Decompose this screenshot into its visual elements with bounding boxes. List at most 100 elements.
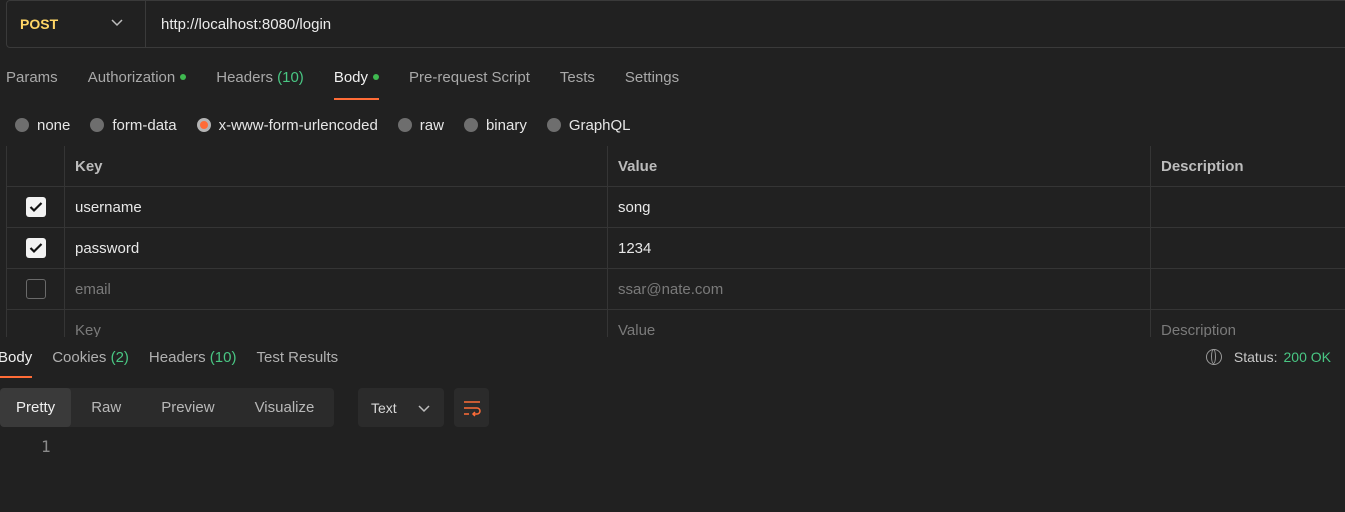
response-status: Status: 200 OK [1205,349,1331,365]
status-value[interactable]: 200 OK [1284,349,1331,365]
radio-x-www-form-urlencoded[interactable]: x-www-form-urlencoded [196,115,378,135]
format-preview[interactable]: Preview [141,388,234,427]
row-check-cell [7,269,65,309]
tab-label: Tests [559,69,595,86]
header-check-cell [7,146,65,186]
value-cell[interactable]: ssar@nate.com [608,269,1151,309]
table-row-new: Key Value Description [7,310,1345,337]
tab-label: Params [6,69,58,86]
table-row: username song [7,187,1345,228]
line-number: 1 [41,437,51,456]
format-visualize[interactable]: Visualize [235,388,335,427]
format-mode-switcher: Pretty Raw Preview Visualize [0,388,335,427]
radio-label: form-data [112,116,177,134]
row-check-cell [7,310,65,337]
row-checkbox[interactable] [25,279,46,299]
checkmark-icon [29,202,42,213]
table-header: Key Value Description [7,146,1345,187]
language-label: Text [371,399,397,416]
tab-count: (2) [110,349,129,366]
tab-body[interactable]: Body [333,68,380,100]
value-cell[interactable]: song [608,187,1151,227]
status-dot-icon [373,74,380,80]
response-tab-cookies[interactable]: Cookies (2) [52,337,129,378]
row-checkbox[interactable] [25,238,46,258]
value-cell[interactable]: 1234 [608,228,1151,268]
new-description-input[interactable]: Description [1151,310,1345,338]
new-value-input[interactable]: Value [608,310,1151,337]
radio-label: binary [485,116,527,134]
tab-headers[interactable]: Headers (10) [216,68,304,100]
radio-icon [546,118,561,132]
description-cell[interactable] [1151,187,1345,227]
format-pretty[interactable]: Pretty [0,388,72,427]
header-value: Value [608,146,1151,186]
tab-label: Test Results [256,349,339,366]
request-tabs: Params Authorization Headers (10) Body P… [6,68,709,100]
tab-label: Settings [624,69,680,86]
radio-icon [90,118,105,132]
key-cell[interactable]: username [65,187,608,227]
status-label: Status: [1233,349,1278,365]
row-check-cell [7,228,65,268]
radio-label: GraphQL [568,116,631,134]
response-tabs: Body Cookies (2) Headers (10) Test Resul… [0,337,358,378]
radio-label: raw [419,116,444,134]
table-row: email ssar@nate.com [7,269,1345,310]
wrap-lines-button[interactable] [454,388,489,427]
tab-tests[interactable]: Tests [560,68,595,100]
radio-icon [397,118,412,132]
body-type-radios: none form-data x-www-form-urlencoded raw… [15,115,651,135]
globe-icon[interactable] [1205,349,1222,365]
method-label: POST [20,16,59,32]
tab-label: Headers [216,69,273,86]
radio-icon [15,118,29,132]
tab-pre-request-script[interactable]: Pre-request Script [409,68,530,100]
tab-count: (10) [209,349,237,366]
response-tab-headers[interactable]: Headers (10) [149,337,237,378]
radio-selected-icon [196,118,211,132]
radio-icon [463,118,478,132]
language-select[interactable]: Text [358,388,444,427]
radio-label: none [37,116,71,134]
tab-params[interactable]: Params [6,68,58,100]
description-cell[interactable] [1151,269,1345,309]
radio-raw[interactable]: raw [397,115,444,135]
status-dot-icon [180,74,187,80]
postman-request-view: POST http://localhost:8080/login Params … [0,0,1345,512]
radio-none[interactable]: none [15,115,70,135]
tab-label: Cookies [52,349,107,366]
response-tab-test-results[interactable]: Test Results [256,337,338,378]
header-key: Key [65,146,608,186]
tab-count: (10) [277,69,304,86]
tab-label: Authorization [87,69,176,86]
row-check-cell [7,187,65,227]
format-raw[interactable]: Raw [71,388,141,427]
tab-authorization[interactable]: Authorization [88,68,187,100]
row-checkbox[interactable] [25,197,46,217]
radio-label: x-www-form-urlencoded [218,116,378,134]
tab-label: Body [0,349,33,366]
url-bar: POST http://localhost:8080/login [6,0,1345,48]
radio-graphql[interactable]: GraphQL [546,115,631,135]
checkmark-icon [29,243,42,254]
table-row: password 1234 [7,228,1345,269]
new-key-input[interactable]: Key [65,310,608,337]
key-cell[interactable]: email [65,269,608,309]
response-tab-body[interactable]: Body [0,337,33,378]
chevron-down-icon [111,18,123,30]
chevron-down-icon [418,400,430,416]
tab-label: Pre-request Script [409,69,530,86]
radio-form-data[interactable]: form-data [90,115,177,135]
method-select[interactable]: POST [7,1,146,47]
params-table: Key Value Description username song pass… [6,146,1345,337]
tab-label: Body [333,69,369,86]
wrap-lines-icon [463,400,481,417]
url-input[interactable]: http://localhost:8080/login [146,16,331,33]
key-cell[interactable]: password [65,228,608,268]
header-description: Description [1161,157,1244,175]
tab-label: Headers [148,349,206,366]
tab-settings[interactable]: Settings [625,68,679,100]
description-cell[interactable] [1151,228,1345,268]
radio-binary[interactable]: binary [463,115,527,135]
